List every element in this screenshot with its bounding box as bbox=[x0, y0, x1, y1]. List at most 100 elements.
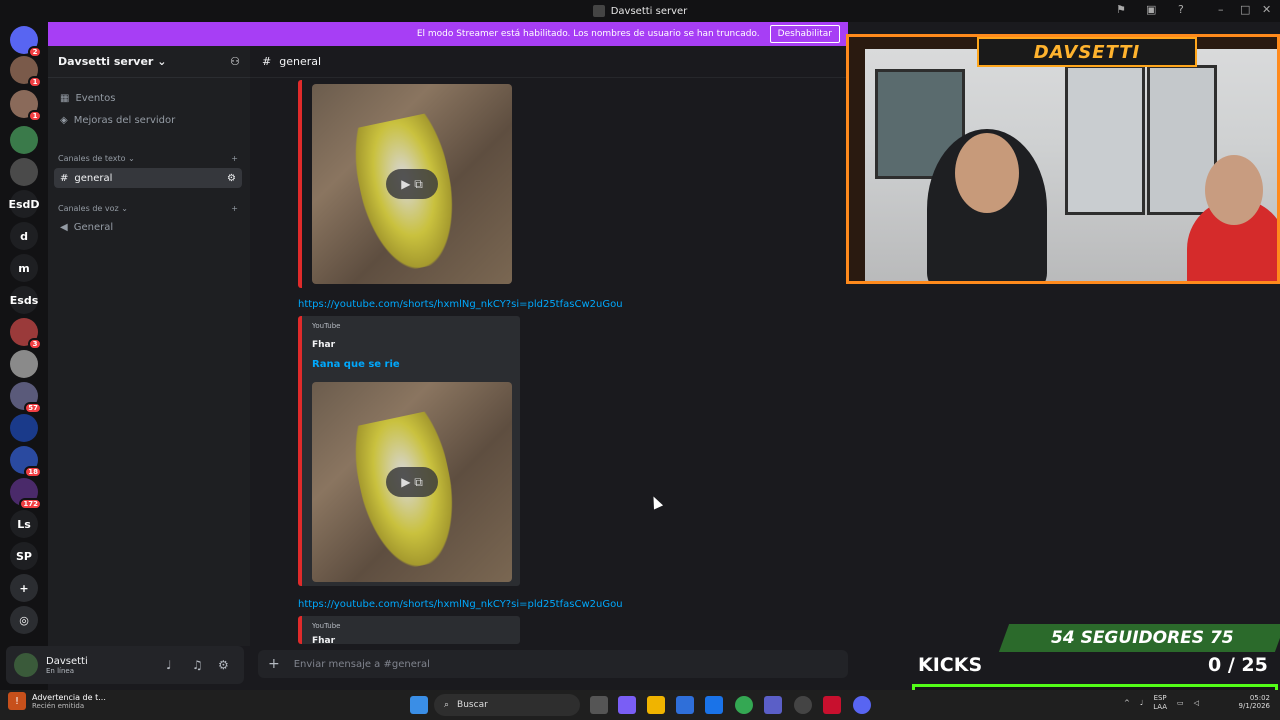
server-icon[interactable]: m bbox=[10, 254, 38, 282]
game-icon[interactable] bbox=[823, 696, 841, 714]
unread-badge: 1 bbox=[28, 76, 42, 88]
embed-author[interactable]: Fhar bbox=[312, 340, 335, 350]
search-placeholder: Buscar bbox=[457, 700, 488, 710]
message-input[interactable]: Enviar mensaje a #general bbox=[294, 659, 430, 670]
file-explorer-icon[interactable] bbox=[647, 696, 665, 714]
network-icon[interactable]: ▭ bbox=[1177, 699, 1184, 707]
avatar[interactable] bbox=[14, 653, 38, 677]
video-thumbnail[interactable]: ▶ ⧉ bbox=[312, 382, 512, 582]
minimize-icon[interactable]: – bbox=[1218, 3, 1224, 16]
server-label: m bbox=[18, 261, 30, 275]
server-header[interactable]: Davsetti server ⌄ ⚇ bbox=[48, 46, 250, 78]
disable-streamer-button[interactable]: Deshabilitar bbox=[769, 25, 840, 43]
unread-badge: 18 bbox=[24, 466, 42, 478]
message-composer[interactable]: + Enviar mensaje a #general bbox=[258, 650, 848, 678]
kicks-label: KICKS bbox=[918, 654, 983, 676]
voice-channel-general[interactable]: ◀ General bbox=[54, 217, 242, 237]
clock-time: 05:02 bbox=[1249, 694, 1270, 702]
user-panel: Davsetti En línea ♩ ♫ ⚙ bbox=[6, 646, 244, 684]
inbox-icon[interactable]: ⚑ bbox=[1116, 3, 1126, 16]
add-voice-channel-icon[interactable]: + bbox=[231, 204, 238, 213]
server-icon[interactable]: 1 bbox=[10, 90, 42, 122]
server-name: Davsetti server bbox=[58, 55, 154, 68]
headphones-icon[interactable]: ♫ bbox=[192, 658, 203, 672]
language-top: ESP bbox=[1153, 694, 1167, 702]
windows-start-icon[interactable] bbox=[410, 696, 428, 714]
server-icon[interactable]: Esds bbox=[10, 286, 38, 314]
maximize-icon[interactable]: □ bbox=[1240, 3, 1250, 16]
server-list: 2 1 1 EsdD d m Esds 3 57 18 172 Ls SP + ◎ bbox=[0, 22, 48, 690]
discord-icon[interactable] bbox=[853, 696, 871, 714]
settings-icon[interactable]: ⚙ bbox=[218, 658, 229, 672]
server-label: Esds bbox=[9, 293, 39, 307]
add-server-icon[interactable]: + bbox=[10, 574, 38, 602]
server-icon[interactable] bbox=[10, 350, 38, 378]
embed-provider: YouTube bbox=[312, 622, 341, 630]
unread-badge: 2 bbox=[28, 46, 42, 58]
server-icon[interactable]: 57 bbox=[10, 382, 42, 414]
server-icon[interactable]: d bbox=[10, 222, 38, 250]
channel-general[interactable]: # general ⚙ bbox=[54, 168, 242, 188]
obs-icon[interactable] bbox=[794, 696, 812, 714]
embed-title[interactable]: Rana que se rie bbox=[312, 359, 400, 370]
text-channels-category[interactable]: Canales de texto ⌄ + bbox=[58, 154, 238, 163]
mail-icon[interactable] bbox=[705, 696, 723, 714]
channel-settings-icon[interactable]: ⚙ bbox=[227, 173, 236, 184]
server-icon[interactable] bbox=[10, 158, 38, 186]
search-icon: ⌕ bbox=[444, 700, 450, 710]
unread-badge: 1 bbox=[28, 110, 42, 122]
add-attachment-icon[interactable]: + bbox=[268, 656, 280, 672]
microphone-icon[interactable]: ♩ bbox=[166, 658, 172, 672]
server-icon[interactable]: 3 bbox=[10, 318, 42, 350]
store-icon[interactable] bbox=[676, 696, 694, 714]
volume-icon[interactable]: ◁ bbox=[1194, 699, 1199, 707]
language-indicator[interactable]: ESP LAA bbox=[1153, 694, 1167, 712]
chevron-down-icon: ⌄ bbox=[157, 55, 167, 68]
clock[interactable]: 05:02 9/1/2026 bbox=[1232, 694, 1270, 710]
youtube-embed: YouTube Fhar bbox=[298, 616, 520, 646]
chrome-icon[interactable] bbox=[735, 696, 753, 714]
channel-header-title: general bbox=[279, 55, 322, 68]
streamer-name-banner: DAVSETTI bbox=[977, 37, 1197, 67]
message-link[interactable]: https://youtube.com/shorts/hxmlNg_nkCY?s… bbox=[298, 299, 623, 310]
server-icon[interactable]: 1 bbox=[10, 56, 42, 88]
server-icon[interactable]: 172 bbox=[10, 478, 42, 510]
sidebar-item-boosts[interactable]: ◈ Mejoras del servidor bbox=[54, 110, 242, 130]
discover-icon[interactable]: ◎ bbox=[10, 606, 38, 634]
taskbar: ! Advertencia de t... Recién emitida ⌕ Bus… bbox=[0, 690, 1280, 720]
streamer-message: El modo Streamer está habilitado. Los no… bbox=[416, 29, 760, 39]
video-thumbnail[interactable]: ▶ ⧉ bbox=[312, 84, 512, 284]
message-link[interactable]: https://youtube.com/shorts/hxmlNg_nkCY?s… bbox=[298, 599, 623, 610]
server-label: d bbox=[20, 229, 28, 243]
chevron-up-icon[interactable]: ^ bbox=[1124, 699, 1130, 707]
server-icon[interactable] bbox=[10, 126, 38, 154]
notification[interactable]: ! Advertencia de t... Recién emitida bbox=[8, 692, 106, 710]
screen-icon[interactable]: ▣ bbox=[1146, 3, 1156, 16]
search-input[interactable]: ⌕ Buscar bbox=[434, 694, 580, 716]
close-icon[interactable]: ✕ bbox=[1262, 3, 1271, 16]
task-view-icon[interactable] bbox=[590, 696, 608, 714]
invite-icon[interactable]: ⚇ bbox=[230, 55, 240, 68]
server-label: EsdD bbox=[8, 197, 40, 211]
server-icon[interactable]: SP bbox=[10, 542, 38, 570]
play-icon[interactable]: ▶ ⧉ bbox=[386, 169, 438, 199]
voice-channels-category[interactable]: Canales de voz ⌄ + bbox=[58, 204, 238, 213]
server-icon[interactable] bbox=[10, 414, 38, 442]
sidebar-item-label: Eventos bbox=[75, 92, 116, 104]
help-icon[interactable]: ? bbox=[1178, 3, 1184, 16]
teams-icon[interactable] bbox=[764, 696, 782, 714]
server-label: SP bbox=[16, 549, 32, 563]
user-status: En línea bbox=[46, 666, 75, 675]
microphone-tray-icon[interactable]: ♩ bbox=[1140, 699, 1143, 707]
server-icon[interactable]: Ls bbox=[10, 510, 38, 538]
copilot-icon[interactable] bbox=[618, 696, 636, 714]
embed-author[interactable]: Fhar bbox=[312, 636, 335, 646]
server-icon[interactable]: 2 bbox=[10, 26, 42, 58]
sidebar-item-events[interactable]: ▦ Eventos bbox=[54, 88, 242, 108]
server-icon[interactable]: EsdD bbox=[8, 190, 40, 218]
server-icon[interactable]: 18 bbox=[10, 446, 42, 478]
hash-icon: # bbox=[60, 172, 69, 184]
calendar-icon: ▦ bbox=[60, 92, 70, 104]
play-icon[interactable]: ▶ ⧉ bbox=[386, 467, 438, 497]
add-channel-icon[interactable]: + bbox=[231, 154, 238, 163]
